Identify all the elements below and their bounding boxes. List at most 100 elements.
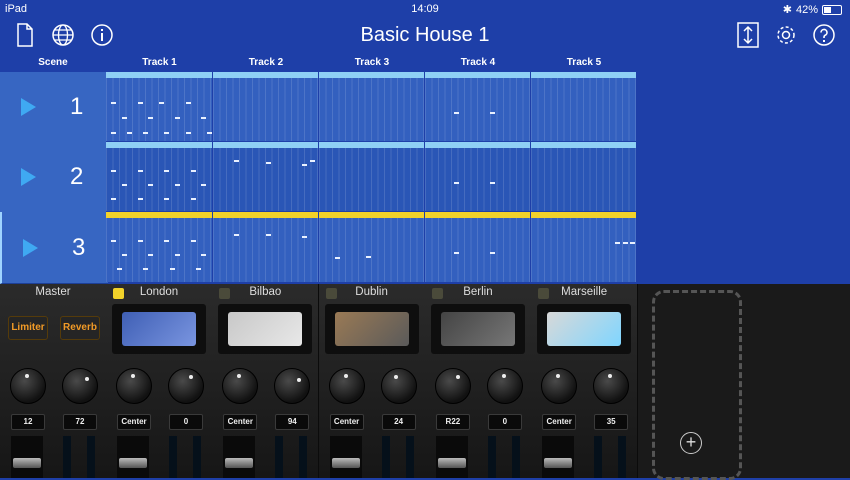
midi-note <box>454 252 460 254</box>
fader-handle[interactable] <box>225 458 254 468</box>
fader-handle[interactable] <box>331 458 360 468</box>
clip-cell[interactable] <box>213 212 318 282</box>
midi-note <box>137 170 143 172</box>
clip-cell[interactable] <box>319 212 424 282</box>
volume-fader[interactable] <box>435 436 468 478</box>
midi-note <box>164 170 170 172</box>
scene-number: 1 <box>70 93 84 120</box>
midi-note <box>137 102 143 104</box>
volume-fader[interactable] <box>329 436 362 478</box>
synth-device-icon <box>122 312 196 346</box>
level-meter <box>405 436 414 478</box>
channel-name: Dublin <box>355 286 388 298</box>
midi-note <box>201 117 207 119</box>
send-knob[interactable] <box>168 368 204 404</box>
value-display: 35 <box>594 414 629 430</box>
vertical-resize-icon[interactable] <box>735 22 761 48</box>
status-right: ✱ 42% <box>783 3 842 16</box>
knob-indicator <box>189 375 193 379</box>
info-icon[interactable] <box>89 22 115 48</box>
send-knob[interactable] <box>274 368 311 404</box>
midi-note <box>190 240 196 242</box>
level-meter <box>511 436 520 478</box>
midi-note <box>366 256 372 258</box>
channel-name: Marseille <box>561 286 608 298</box>
add-icon[interactable]: + <box>680 432 702 454</box>
fader-handle[interactable] <box>13 458 41 468</box>
midi-note <box>185 132 191 134</box>
midi-note <box>148 254 154 256</box>
midi-note <box>164 132 170 134</box>
midi-note <box>111 102 117 104</box>
clip-grid-lines <box>425 218 530 282</box>
reverb-button[interactable]: Reverb <box>60 316 100 340</box>
pan-knob[interactable] <box>434 368 471 404</box>
clip-cell[interactable] <box>106 142 212 211</box>
clip-cell[interactable] <box>531 72 636 141</box>
pan-knob[interactable] <box>541 368 578 404</box>
midi-note <box>111 170 117 172</box>
scene-launch-button[interactable]: 2 <box>0 142 106 213</box>
send-knob[interactable] <box>486 368 523 404</box>
play-icon <box>21 98 36 116</box>
clip-cell[interactable] <box>319 72 424 141</box>
clip-cell[interactable] <box>425 212 530 282</box>
track-header[interactable]: Track 2 <box>213 54 319 72</box>
clip-grid-lines <box>425 148 530 211</box>
limiter-button[interactable]: Limiter <box>8 316 48 340</box>
pan-knob[interactable] <box>116 368 152 404</box>
midi-note <box>121 184 127 186</box>
clip-grid-lines <box>213 148 318 211</box>
instrument-thumbnail[interactable] <box>324 304 419 354</box>
fader-handle[interactable] <box>544 458 573 468</box>
instrument-thumbnail[interactable] <box>218 304 313 354</box>
master-knob-2[interactable] <box>62 368 98 404</box>
clip-cell[interactable] <box>531 142 636 211</box>
clip-cell[interactable] <box>531 212 636 282</box>
value-display: Center <box>329 414 364 430</box>
level-meter <box>299 436 308 478</box>
knob-indicator <box>556 374 561 378</box>
clip-grid-lines <box>531 78 636 141</box>
master-knob-1[interactable] <box>10 368 46 404</box>
value-display: 24 <box>381 414 416 430</box>
fader-handle[interactable] <box>437 458 466 468</box>
volume-fader[interactable] <box>223 436 256 478</box>
instrument-thumbnail[interactable] <box>430 304 525 354</box>
send-knob[interactable] <box>593 368 630 404</box>
pan-knob[interactable] <box>222 368 259 404</box>
gear-icon[interactable] <box>773 22 799 48</box>
track-header[interactable]: Track 5 <box>531 54 637 72</box>
instrument-thumbnail[interactable] <box>537 304 632 354</box>
scene-launch-button[interactable]: 3 <box>0 212 108 284</box>
globe-icon[interactable] <box>50 22 76 48</box>
question-icon[interactable] <box>811 22 837 48</box>
level-meter <box>169 436 177 478</box>
value-display: 12 <box>11 414 45 430</box>
track-header[interactable]: Track 4 <box>425 54 531 72</box>
clip-cell[interactable] <box>425 142 530 211</box>
clip-cell[interactable] <box>319 142 424 211</box>
clip-cell[interactable] <box>213 142 318 211</box>
clip-cell[interactable] <box>106 212 212 282</box>
value-display: 0 <box>169 414 203 430</box>
document-icon[interactable] <box>12 22 38 48</box>
track-header[interactable]: Track 1 <box>106 54 213 72</box>
clip-grid-lines <box>213 218 318 282</box>
scene-launch-button[interactable]: 1 <box>0 72 106 143</box>
value-display: 0 <box>487 414 522 430</box>
clip-cell[interactable] <box>106 72 212 141</box>
volume-fader[interactable] <box>117 436 149 478</box>
clip-cell[interactable] <box>425 72 530 141</box>
clip-cell[interactable] <box>213 72 318 141</box>
pan-knob[interactable] <box>328 368 365 404</box>
synth-device-icon <box>440 312 515 346</box>
synth-device-icon <box>334 312 409 346</box>
track-header[interactable]: Track 3 <box>319 54 425 72</box>
volume-fader[interactable] <box>11 436 43 478</box>
send-knob[interactable] <box>380 368 417 404</box>
midi-note <box>164 198 170 200</box>
fader-handle[interactable] <box>119 458 147 468</box>
instrument-thumbnail[interactable] <box>112 304 206 354</box>
volume-fader[interactable] <box>542 436 575 478</box>
